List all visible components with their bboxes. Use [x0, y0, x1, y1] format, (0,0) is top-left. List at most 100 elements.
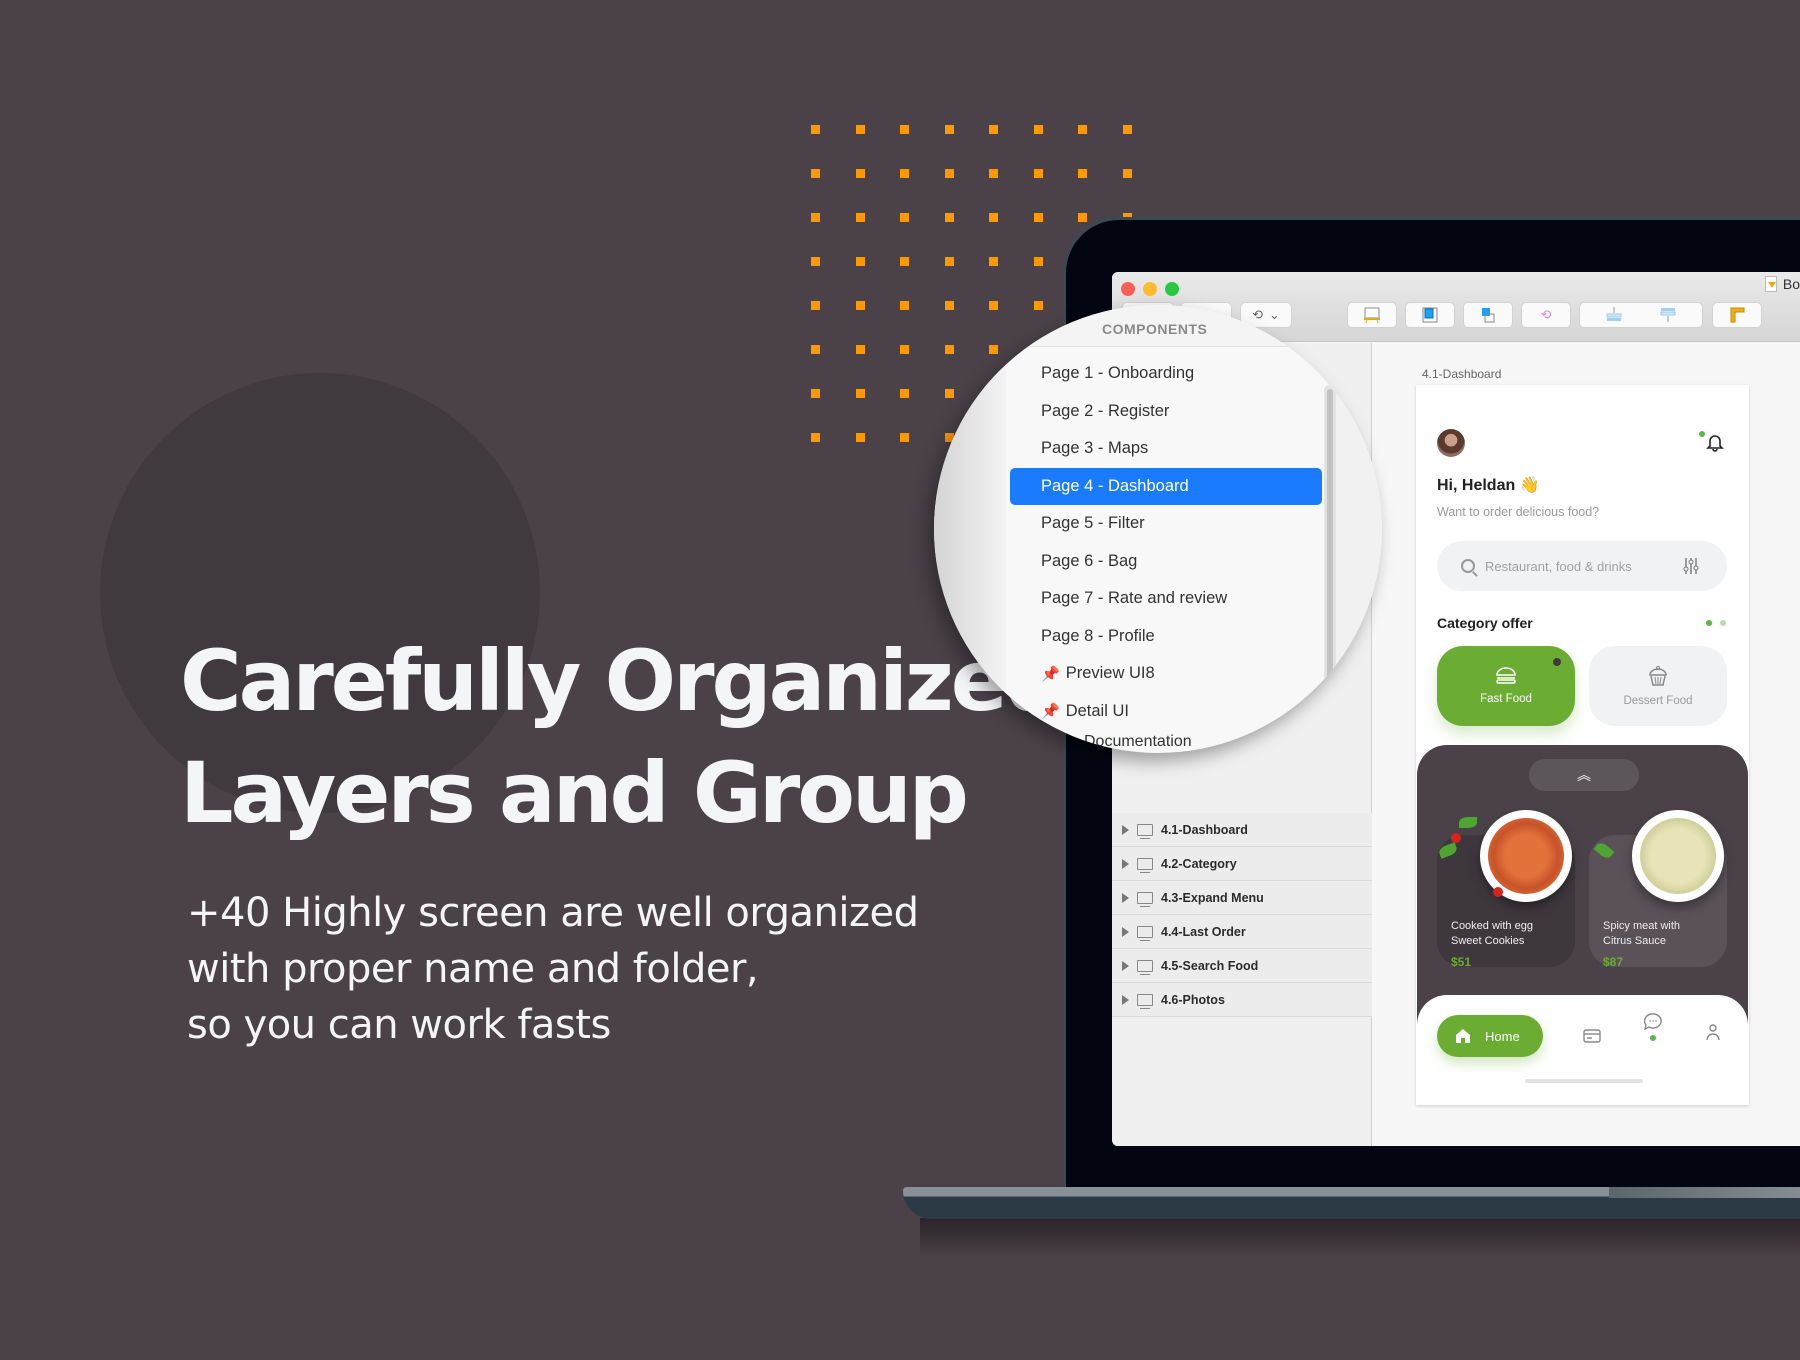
- category-fast-food[interactable]: Fast Food: [1437, 646, 1575, 726]
- collapse-pages-button[interactable]: ⌃: [1348, 353, 1360, 369]
- basil-decoration: [1459, 817, 1477, 828]
- decorative-dot: [1122, 125, 1132, 134]
- decorative-dot: [1078, 169, 1087, 178]
- rotate-icon: ⟲: [1540, 307, 1552, 322]
- decorative-dot: [855, 169, 865, 178]
- filter-icon[interactable]: [1683, 557, 1699, 575]
- decorative-dot: [1033, 257, 1043, 266]
- artboard-dashboard[interactable]: Hi, Heldan 👋 Want to order delicious foo…: [1416, 385, 1749, 1105]
- page-item[interactable]: Page 1 - Onboarding: [1010, 355, 1322, 393]
- pager-dot-active[interactable]: [1706, 620, 1712, 626]
- layer-row[interactable]: 4.4-Last Order: [1112, 915, 1372, 949]
- decorative-dot: [944, 169, 954, 178]
- disclosure-triangle-icon[interactable]: [1122, 994, 1129, 1005]
- food-name-line-1: Spicy meat with: [1603, 920, 1681, 932]
- food-card[interactable]: Cooked with egg Sweet Cookies $51: [1437, 810, 1575, 969]
- disclosure-triangle-icon[interactable]: [1122, 926, 1129, 937]
- layer-label: 4.3-Expand Menu: [1161, 890, 1264, 905]
- bring-forward-icon: [1606, 307, 1622, 321]
- artboard-label[interactable]: 4.1-Dashboard: [1422, 367, 1501, 381]
- sidebar-tabs: PAGES COMPONENTS: [934, 305, 1382, 347]
- basil-decoration: [1437, 842, 1459, 859]
- layer-row[interactable]: 4.5-Search Food: [1112, 949, 1372, 983]
- layer-row[interactable]: 4.3-Expand Menu: [1112, 881, 1372, 915]
- decorative-dot: [900, 213, 909, 222]
- artboard-icon: [1137, 857, 1153, 873]
- close-window-button[interactable]: [1121, 282, 1135, 296]
- decorative-dot: [1122, 169, 1132, 178]
- expand-button[interactable]: ︽: [1529, 759, 1639, 791]
- category-dessert-food[interactable]: Dessert Food: [1589, 646, 1727, 726]
- laptop-notch: [1609, 1187, 1800, 1198]
- pager-dot[interactable]: [1720, 620, 1726, 626]
- decorative-dot: [989, 169, 998, 178]
- rotate-button[interactable]: ⟲: [1521, 302, 1571, 328]
- decorative-dot: [1078, 125, 1087, 134]
- chat-icon[interactable]: [1644, 1013, 1662, 1031]
- user-avatar[interactable]: [1437, 429, 1465, 457]
- page-item[interactable]: Page 2 - Register: [1010, 393, 1322, 431]
- decorative-dot: [855, 389, 865, 398]
- bell-icon[interactable]: [1706, 432, 1724, 452]
- category-pager[interactable]: [1706, 620, 1726, 626]
- layer-row[interactable]: 4.1-Dashboard: [1112, 813, 1372, 847]
- layer-label: 4.1-Dashboard: [1161, 822, 1248, 837]
- disclosure-triangle-icon[interactable]: [1122, 858, 1129, 869]
- page-item[interactable]: Page 6 - Bag: [1010, 543, 1322, 581]
- page-item[interactable]: Page 8 - Profile: [1010, 618, 1322, 656]
- page-item-label: Page 8 - Profile: [1041, 626, 1155, 645]
- layer-row[interactable]: 4.2-Category: [1112, 847, 1372, 881]
- ruler-button[interactable]: [1712, 302, 1762, 328]
- tab-components[interactable]: COMPONENTS: [1102, 321, 1207, 337]
- food-name: Cooked with egg Sweet Cookies: [1451, 919, 1533, 949]
- decorative-dot: [900, 257, 909, 266]
- page-item-label: Detail UI: [1065, 701, 1129, 720]
- disclosure-triangle-icon[interactable]: [1122, 892, 1129, 903]
- minimize-window-button[interactable]: [1143, 282, 1157, 296]
- decorative-dot: [900, 389, 909, 398]
- create-symbol-icon: [1422, 307, 1438, 323]
- artboard-icon: [1137, 959, 1153, 975]
- bottom-navigation: Home: [1417, 995, 1748, 1105]
- page-item[interactable]: Page 7 - Rate and review: [1010, 580, 1322, 618]
- layer-label: 4.2-Category: [1161, 856, 1237, 871]
- page-item-label: Page 2 - Register: [1041, 401, 1170, 420]
- greeting: Hi, Heldan 👋: [1437, 477, 1540, 494]
- search-input[interactable]: Restaurant, food & drinks: [1437, 541, 1727, 591]
- decorative-dot: [811, 301, 820, 310]
- page-item[interactable]: Page 3 - Maps: [1010, 430, 1322, 468]
- card-icon[interactable]: [1583, 1029, 1601, 1043]
- profile-icon[interactable]: [1706, 1023, 1720, 1041]
- description-line-2: with proper name and folder,: [187, 946, 759, 992]
- layer-row[interactable]: 4.6-Photos: [1112, 983, 1372, 1017]
- pages-scrollbar[interactable]: [1324, 385, 1336, 705]
- decorative-dot: [1033, 169, 1043, 178]
- tab-pages[interactable]: PAGES: [984, 321, 1034, 337]
- page-item-label: Page 4 - Dashboard: [1041, 476, 1189, 495]
- disclosure-triangle-icon[interactable]: [1122, 960, 1129, 971]
- headline-line-1: Carefully Organized: [180, 632, 1065, 730]
- arrange-buttons[interactable]: [1579, 302, 1703, 328]
- artboard-icon: [1137, 993, 1153, 1009]
- pin-icon: 📌: [1041, 703, 1060, 721]
- category-title: Category offer: [1437, 615, 1533, 631]
- food-name-line-2: Sweet Cookies: [1451, 935, 1525, 947]
- add-page-button[interactable]: +: [1322, 350, 1333, 370]
- page-item[interactable]: 📌 Preview UI8: [1010, 655, 1322, 693]
- page-controls: + ⌃: [1322, 350, 1359, 371]
- laptop-shadow: [920, 1218, 1800, 1258]
- create-symbol-button[interactable]: [1405, 302, 1455, 328]
- page-item-label: Page 5 - Filter: [1041, 514, 1145, 533]
- page-item[interactable]: Page 5 - Filter: [1010, 505, 1322, 543]
- greeting-subtitle: Want to order delicious food?: [1437, 505, 1600, 519]
- page-item[interactable]: Page 4 - Dashboard: [1010, 467, 1322, 505]
- decorative-dot: [989, 213, 998, 222]
- group-frame-button[interactable]: [1463, 302, 1513, 328]
- nav-home[interactable]: Home: [1437, 1015, 1543, 1057]
- food-name-line-1: Cooked with egg: [1451, 920, 1533, 932]
- page-item[interactable]: 📌 Detail UI: [1010, 693, 1322, 731]
- disclosure-triangle-icon[interactable]: [1122, 824, 1129, 835]
- ruler-icon: [1730, 307, 1745, 323]
- zoom-window-button[interactable]: [1165, 282, 1179, 296]
- food-card[interactable]: Spicy meat with Citrus Sauce $87: [1589, 810, 1727, 969]
